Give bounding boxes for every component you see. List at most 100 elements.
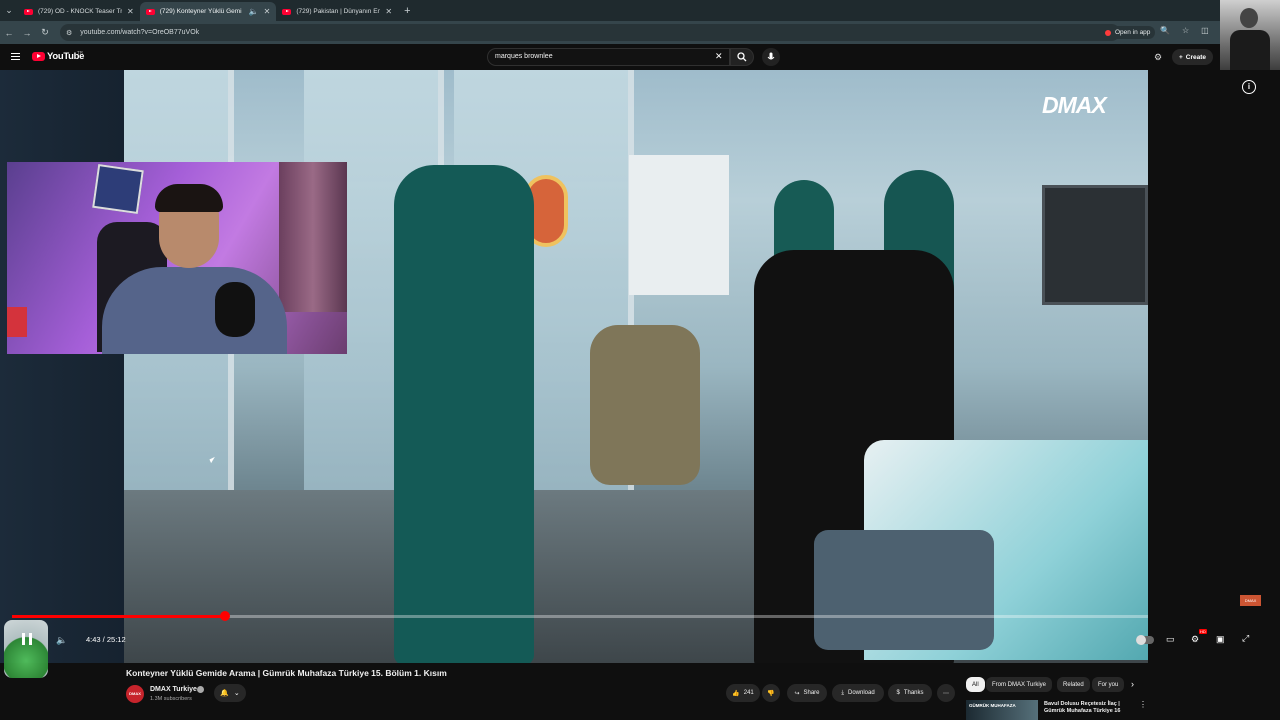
chip-related[interactable]: Related	[1057, 677, 1090, 692]
settings-gear-icon[interactable]: ⚙	[1191, 634, 1199, 645]
streamer-body	[102, 267, 287, 354]
tab-close-icon[interactable]: ✕	[264, 7, 271, 16]
settings-gear-icon[interactable]: ⚙	[1154, 52, 1162, 63]
like-button[interactable]: 👍 241	[726, 684, 760, 702]
youtube-favicon-icon	[282, 8, 292, 15]
corner-photo	[1220, 0, 1280, 78]
pause-icon[interactable]	[22, 633, 32, 645]
chevron-down-icon: ⌄	[233, 690, 240, 697]
youtube-favicon-icon	[24, 8, 33, 15]
dislike-button[interactable]: 👎	[762, 684, 780, 702]
menu-icon[interactable]	[11, 53, 20, 60]
search-button[interactable]	[730, 48, 754, 66]
overlay-jar	[4, 620, 48, 678]
red-object	[7, 307, 27, 337]
time-display: 4:43 / 25:12	[86, 635, 126, 644]
extensions-icon[interactable]: ◫	[1201, 26, 1209, 35]
hd-badge: HD	[1199, 629, 1207, 634]
share-button[interactable]: ↪ Share	[787, 684, 827, 702]
search-input[interactable]: marques brownlee	[487, 48, 730, 66]
download-icon: ⤓	[841, 689, 844, 696]
thanks-button[interactable]: $ Thanks	[888, 684, 932, 702]
create-label: Create	[1185, 53, 1207, 61]
chip-from-channel[interactable]: From DMAX Turkiye	[986, 677, 1053, 692]
like-count: 241	[743, 690, 754, 696]
chevron-right-icon[interactable]: ›	[1131, 679, 1134, 689]
video-frame[interactable]: DMAX	[124, 70, 1148, 663]
webcam-overlay	[7, 162, 347, 354]
wall-poster	[629, 155, 729, 295]
download-label: Download	[847, 690, 875, 696]
youtube-favicon-icon	[145, 8, 155, 15]
download-button[interactable]: ⤓ Download	[832, 684, 884, 702]
more-icon: ⋯	[943, 690, 949, 697]
backpack	[590, 325, 700, 485]
subscribe-bell-button[interactable]: 🔔 ⌄	[214, 684, 246, 702]
youtube-header: YouTube TR marques brownlee ✕ ⚙ + Create	[0, 44, 1220, 70]
tab-title: (729) Pakistan | Dünyanın En K	[296, 8, 381, 15]
more-actions-button[interactable]: ⋯	[937, 684, 955, 702]
subscriber-count: 1.3M subscribers	[150, 696, 192, 702]
autoplay-toggle[interactable]	[1136, 635, 1154, 645]
progress-fill	[12, 615, 225, 618]
microphone-icon	[767, 52, 775, 60]
plus-icon: +	[1179, 53, 1183, 61]
fullscreen-icon[interactable]: ⤢	[1242, 633, 1249, 644]
miniplayer-icon[interactable]: ▣	[1216, 634, 1225, 645]
search-icon	[737, 52, 747, 62]
toolbar-icons: 🔍 ☆ ◫	[1160, 26, 1209, 35]
verified-badge-icon	[197, 686, 204, 693]
progress-bar[interactable]	[12, 611, 1148, 621]
share-icon: ↪	[794, 690, 800, 697]
youtube-logo-icon[interactable]	[32, 52, 45, 61]
youtube-app-icon	[1105, 29, 1111, 36]
bell-icon: 🔔	[220, 690, 229, 697]
back-icon[interactable]: ←	[0, 28, 18, 38]
scrubber-handle[interactable]	[219, 611, 230, 621]
browser-tab-bar: ⌄ (729) OD - KNOCK Teaser Traile ✕ (729)…	[0, 0, 1220, 21]
open-in-app-button[interactable]: Open in app	[1100, 26, 1156, 39]
bookmark-star-icon[interactable]: ☆	[1182, 26, 1189, 35]
open-in-app-label: Open in app	[1115, 29, 1151, 36]
new-tab-icon[interactable]: +	[404, 5, 410, 17]
browser-toolbar: ← → ↻ ⚙ youtube.com/watch?v=OreOB77uVOk …	[0, 21, 1220, 44]
create-button[interactable]: + Create	[1172, 49, 1214, 65]
captions-icon[interactable]: ▭	[1166, 634, 1175, 645]
country-code: TR	[77, 50, 83, 55]
video-title: Konteyner Yüklü Gemide Arama | Gümrük Mu…	[126, 668, 447, 678]
chip-all[interactable]: All	[966, 677, 985, 692]
channel-name[interactable]: DMAX Turkiye	[150, 686, 197, 693]
thumbnail-text: GÜMRÜK MUHAFAZA	[969, 703, 1016, 708]
site-info-icon[interactable]: ⚙	[66, 29, 72, 37]
chip-for-you[interactable]: For you	[1092, 677, 1125, 692]
url-text: youtube.com/watch?v=OreOB77uVOk	[80, 29, 200, 36]
info-icon[interactable]: i	[1242, 80, 1256, 94]
wall-poster	[92, 164, 144, 214]
address-bar[interactable]: ⚙ youtube.com/watch?v=OreOB77uVOk	[60, 24, 1120, 41]
voice-search-button[interactable]	[762, 48, 780, 66]
streamer-hair	[155, 184, 223, 212]
tab-title: (729) OD - KNOCK Teaser Traile	[38, 8, 122, 15]
recommendation-more-icon[interactable]: ⋮	[1139, 700, 1147, 709]
photo-face	[1240, 8, 1258, 28]
tab-audio-icon[interactable]: 🔈	[249, 7, 259, 16]
channel-watermark: DMAX	[1042, 92, 1107, 118]
recommendation-title[interactable]: Bavul Dolusu Reçetesiz İlaç | Gümrük Muh…	[1044, 701, 1134, 715]
tab-title: (729) Konteyner Yüklü Gemi	[159, 8, 242, 15]
forward-icon[interactable]: →	[18, 28, 36, 38]
tab-search-icon[interactable]: ⌄	[0, 0, 18, 21]
share-label: Share	[803, 690, 820, 696]
volume-icon[interactable]: 🔈	[56, 635, 67, 646]
curtain	[279, 162, 347, 312]
tab-close-icon[interactable]: ✕	[385, 7, 392, 16]
tab-close-icon[interactable]: ✕	[127, 7, 134, 16]
clear-search-icon[interactable]: ✕	[715, 51, 723, 62]
browser-tab-3[interactable]: (729) Pakistan | Dünyanın En K ✕	[276, 2, 398, 21]
corner-badge: DMAX	[1240, 595, 1261, 606]
browser-tab-1[interactable]: (729) OD - KNOCK Teaser Traile ✕	[18, 2, 140, 21]
reload-icon[interactable]: ↻	[36, 27, 54, 38]
channel-avatar[interactable]: DMAX	[126, 685, 144, 703]
recommendation-thumbnail[interactable]: GÜMRÜK MUHAFAZA	[966, 700, 1038, 720]
browser-tab-2[interactable]: (729) Konteyner Yüklü Gemi 🔈 ✕	[139, 2, 277, 21]
zoom-icon[interactable]: 🔍	[1160, 26, 1170, 35]
